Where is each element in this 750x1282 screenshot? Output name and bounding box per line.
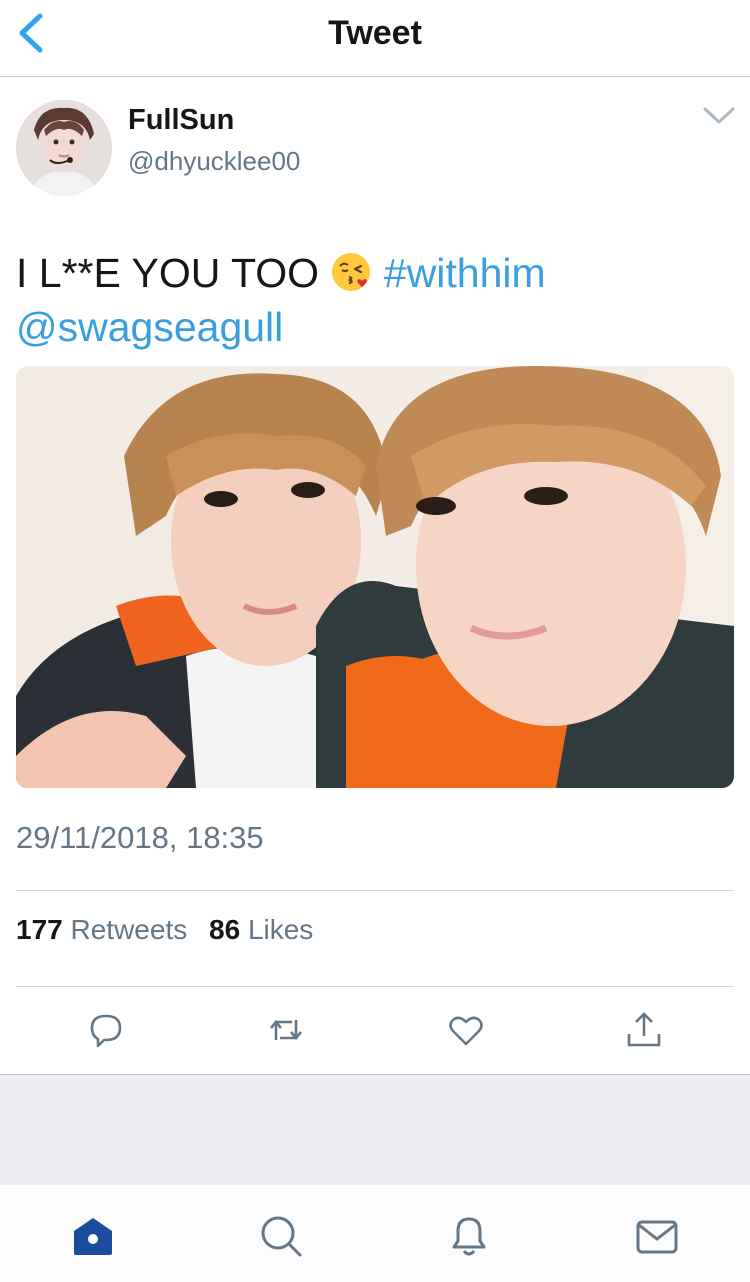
- likes-label: Likes: [247, 914, 314, 945]
- like-icon[interactable]: [446, 1010, 486, 1050]
- likes-count: 86: [209, 914, 241, 945]
- search-icon[interactable]: [258, 1213, 304, 1259]
- tweet-timestamp: 29/11/2018, 18:35: [16, 820, 264, 855]
- nav-bar: Tweet: [0, 0, 750, 77]
- author-display-name[interactable]: FullSun: [128, 104, 234, 137]
- retweets-stat[interactable]: 177 Retweets: [16, 914, 187, 945]
- likes-stat[interactable]: 86 Likes: [209, 914, 313, 945]
- retweets-label: Retweets: [70, 914, 188, 945]
- page-title: Tweet: [328, 14, 422, 52]
- tweet-text: I L**E YOU TOO #withhim @swagseagull: [16, 246, 736, 354]
- kissing-face-icon: [332, 253, 371, 291]
- author-handle[interactable]: @dhyucklee00: [128, 146, 300, 177]
- messages-icon[interactable]: [634, 1213, 680, 1259]
- tab-bar: [0, 1185, 750, 1282]
- tweet-body: I L**E YOU TOO: [16, 250, 320, 296]
- tweet-action-bar: [0, 990, 750, 1074]
- tweet-stats: 177 Retweets 86 Likes: [16, 914, 313, 946]
- notifications-icon[interactable]: [446, 1213, 492, 1259]
- divider: [16, 890, 734, 891]
- share-icon[interactable]: [624, 1010, 664, 1050]
- avatar[interactable]: [16, 100, 112, 196]
- hashtag-link[interactable]: #withhim: [384, 250, 546, 296]
- tweet-photo[interactable]: [16, 366, 734, 788]
- reply-icon[interactable]: [86, 1010, 126, 1050]
- photo-image: [16, 366, 734, 788]
- mention-link[interactable]: @swagseagull: [16, 304, 283, 350]
- retweet-icon[interactable]: [266, 1010, 306, 1050]
- avatar-image: [16, 100, 112, 196]
- home-icon[interactable]: [70, 1213, 116, 1259]
- retweets-count: 177: [16, 914, 63, 945]
- divider: [16, 986, 734, 987]
- empty-area: [0, 1074, 750, 1186]
- chevron-down-icon[interactable]: [700, 102, 738, 128]
